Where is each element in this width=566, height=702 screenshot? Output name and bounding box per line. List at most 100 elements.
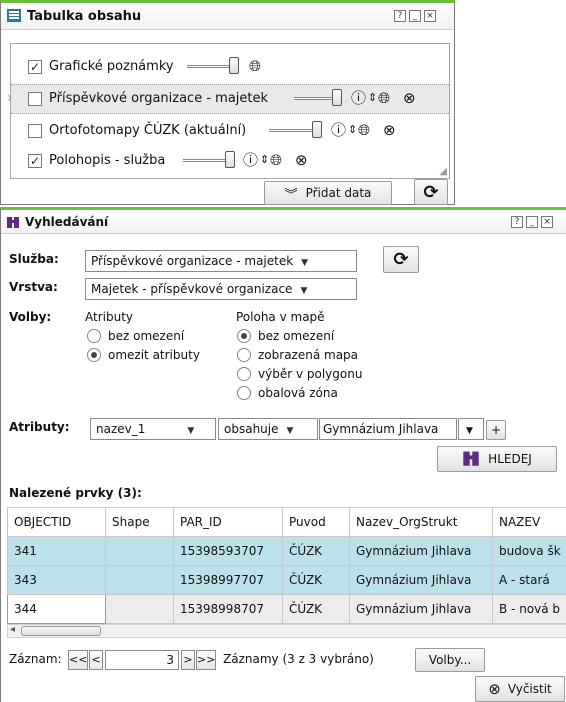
records-status: Záznamy (3 z 3 vybráno) xyxy=(223,652,374,666)
expand-chevron-icon[interactable]: › xyxy=(7,90,13,106)
table-row[interactable]: 341 15398593707 ČÚZK Gymnázium Jihlava b… xyxy=(7,536,566,566)
location-option-label: obalová zóna xyxy=(258,386,338,400)
location-no-limit-radio[interactable] xyxy=(237,329,251,343)
opacity-slider-handle[interactable] xyxy=(332,89,342,106)
close-button[interactable]: × xyxy=(541,216,553,228)
column-header[interactable]: Puvod xyxy=(282,507,350,537)
clear-button-label: Vyčistit xyxy=(507,682,552,696)
help-button[interactable]: ? xyxy=(394,10,406,22)
value-dropdown-button[interactable]: ▼ xyxy=(458,418,484,440)
remove-layer-icon[interactable]: ⊗ xyxy=(295,152,308,168)
close-button[interactable]: × xyxy=(424,10,436,22)
location-option-label: bez omezení xyxy=(258,329,335,343)
dropdown-arrow-icon: ▼ xyxy=(466,426,473,436)
table-cell: B - nová b xyxy=(492,594,566,624)
results-table: OBJECTID Shape PAR_ID Puvod Nazev_OrgStr… xyxy=(7,507,566,624)
scroll-left-icon[interactable]: ◂ xyxy=(10,624,15,635)
search-title: Vyhledávání xyxy=(25,215,109,229)
layer-visibility-checkbox[interactable] xyxy=(28,92,42,106)
table-cell: 15398998707 xyxy=(173,594,283,624)
refresh-service-button[interactable]: ⟳ xyxy=(383,246,419,273)
globe-icon[interactable]: 🌐︎ xyxy=(270,152,282,168)
opacity-slider-track[interactable] xyxy=(183,159,227,162)
table-row[interactable]: 343 15398997707 ČÚZK Gymnázium Jihlava A… xyxy=(7,565,566,595)
opacity-slider-handle[interactable] xyxy=(225,151,235,168)
location-displayed-map-radio[interactable] xyxy=(237,348,251,362)
location-option-label: výběr v polygonu xyxy=(258,367,363,381)
service-select[interactable]: Příspěvkové organizace - majetek ▼ xyxy=(85,250,357,272)
info-icon[interactable]: ⓘ xyxy=(351,90,366,106)
globe-icon[interactable]: 🌐︎ xyxy=(378,90,390,106)
minimize-button[interactable]: _ xyxy=(409,10,421,22)
refresh-button[interactable]: ⟳ xyxy=(414,179,448,205)
globe-icon[interactable]: 🌐︎ xyxy=(358,122,370,138)
next-record-button[interactable]: > xyxy=(181,650,195,670)
info-icon[interactable]: ⓘ xyxy=(331,122,346,138)
remove-layer-icon[interactable]: ⊗ xyxy=(403,90,416,106)
location-polygon-radio[interactable] xyxy=(237,367,251,381)
attr-restrict-radio[interactable] xyxy=(87,348,101,362)
column-header[interactable]: Nazev_OrgStrukt xyxy=(349,507,493,537)
search-button[interactable]: HLEDEJ xyxy=(437,446,557,472)
attribute-value-input[interactable]: Gymnázium Jihlava xyxy=(319,418,457,440)
dropdown-arrow-icon: ▼ xyxy=(187,426,195,436)
binoculars-icon xyxy=(6,215,20,229)
table-cell: Gymnázium Jihlava xyxy=(349,565,493,595)
table-header-row: OBJECTID Shape PAR_ID Puvod Nazev_OrgStr… xyxy=(7,507,566,537)
layer-list: ✓ Grafické poznámky 🌐︎ › Příspěvkové org… xyxy=(7,43,450,179)
toc-titlebar[interactable]: Tabulka obsahu ? _ × xyxy=(1,3,454,30)
options-button[interactable]: Volby... xyxy=(415,648,485,672)
column-header[interactable]: OBJECTID xyxy=(7,507,106,537)
horizontal-scrollbar[interactable]: ◂ xyxy=(7,624,566,638)
current-record-input[interactable]: 3 xyxy=(105,650,179,670)
info-icon[interactable]: ⓘ xyxy=(243,152,258,168)
opacity-slider-track[interactable] xyxy=(294,97,334,100)
operator-select[interactable]: obsahuje ▼ xyxy=(218,418,318,440)
attr-option-label: omezit atributy xyxy=(108,348,200,362)
table-cell: A - stará xyxy=(492,565,566,595)
attr-no-limit-radio[interactable] xyxy=(87,329,101,343)
column-header[interactable]: NAZEV xyxy=(492,507,566,537)
last-record-button[interactable]: >> xyxy=(196,650,216,670)
double-chevron-down-icon: ︾ xyxy=(284,187,298,203)
remove-layer-icon[interactable]: ⊗ xyxy=(383,122,396,138)
table-cell: ČÚZK xyxy=(282,594,350,624)
binoculars-icon xyxy=(462,449,480,470)
opacity-slider-handle[interactable] xyxy=(312,121,322,138)
table-cell: Gymnázium Jihlava xyxy=(349,536,493,566)
scrollbar-thumb[interactable] xyxy=(21,626,101,636)
column-header[interactable]: Shape xyxy=(105,507,174,537)
location-buffer-radio[interactable] xyxy=(237,386,251,400)
add-condition-button[interactable]: + xyxy=(486,420,506,440)
table-cell: 15398593707 xyxy=(173,536,283,566)
opacity-slider-handle[interactable] xyxy=(229,57,239,74)
move-up-down-icon[interactable]: ⇕ xyxy=(348,122,357,138)
column-header[interactable]: PAR_ID xyxy=(173,507,283,537)
search-titlebar[interactable]: Vyhledávání ? _ × xyxy=(1,210,566,234)
move-up-down-icon[interactable]: ⇕ xyxy=(260,152,269,168)
attribute-field-value: nazev_1 xyxy=(96,422,146,436)
layer-visibility-checkbox[interactable]: ✓ xyxy=(28,60,42,74)
layer-value: Majetek - příspěvkové organizace xyxy=(91,282,293,296)
layer-visibility-checkbox[interactable]: ✓ xyxy=(28,154,42,168)
move-up-down-icon[interactable]: ⇕ xyxy=(368,90,377,106)
table-row[interactable]: 344 15398998707 ČÚZK Gymnázium Jihlava B… xyxy=(7,594,566,624)
attribute-field-select[interactable]: nazev_1 ▼ xyxy=(90,418,216,440)
resize-grip-icon[interactable]: ◢ xyxy=(439,166,447,177)
opacity-slider-track[interactable] xyxy=(269,129,315,132)
attributes-label: Atributy: xyxy=(9,420,70,434)
clear-button[interactable]: ⊗ Vyčistit xyxy=(475,676,565,702)
previous-record-button[interactable]: < xyxy=(89,650,103,670)
table-cell: 344 xyxy=(7,594,106,624)
first-record-button[interactable]: << xyxy=(68,650,88,670)
layer-select[interactable]: Majetek - příspěvkové organizace ▼ xyxy=(85,278,357,300)
clear-icon: ⊗ xyxy=(488,680,501,698)
help-button[interactable]: ? xyxy=(511,216,523,228)
minimize-button[interactable]: _ xyxy=(526,216,538,228)
layer-label: Polohopis - služba xyxy=(49,153,166,168)
opacity-slider-track[interactable] xyxy=(187,65,233,68)
add-data-button[interactable]: ︾ Přidat data xyxy=(264,181,392,205)
layer-visibility-checkbox[interactable] xyxy=(28,124,42,138)
refresh-icon: ⟳ xyxy=(393,249,409,270)
globe-icon[interactable]: 🌐︎ xyxy=(249,58,261,74)
